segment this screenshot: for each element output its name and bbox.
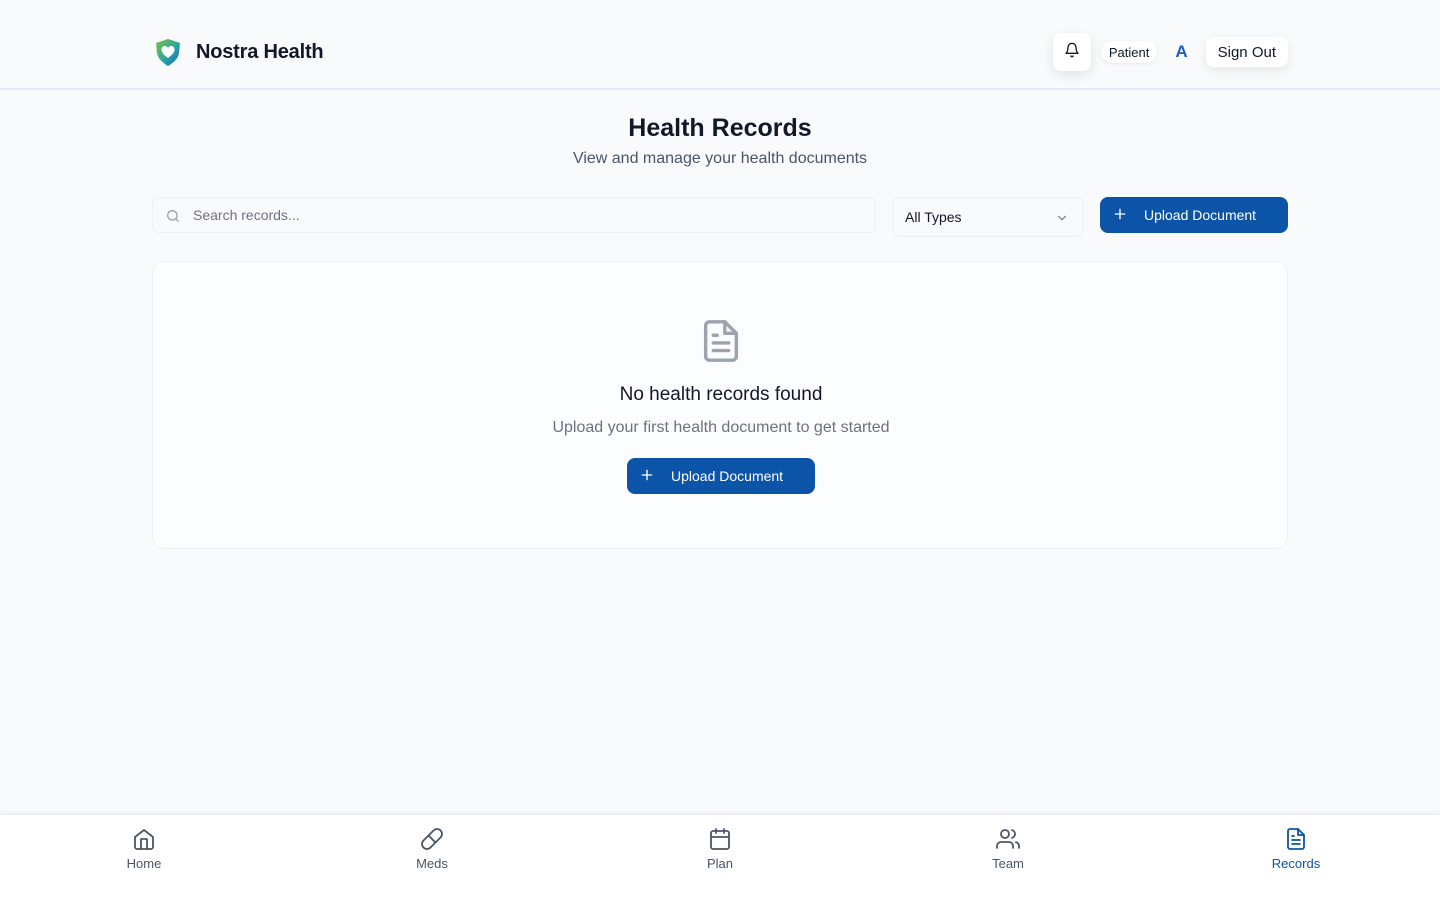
plus-icon (1112, 206, 1128, 225)
sign-out-button[interactable]: Sign Out (1205, 37, 1288, 67)
users-icon (996, 827, 1020, 851)
records-empty-state: No health records found Upload your firs… (152, 261, 1288, 549)
brand-name: Nostra Health (196, 40, 324, 63)
role-badge: Patient (1100, 41, 1158, 63)
file-text-icon (698, 317, 744, 370)
nav-item-team[interactable]: Team (948, 827, 1068, 889)
nav-label: Meds (416, 856, 448, 871)
header-actions: Patient A Sign Out (1052, 33, 1288, 71)
nav-label: Records (1271, 856, 1321, 871)
empty-state-subtitle: Upload your first health document to get… (552, 419, 890, 436)
calendar-icon (708, 827, 732, 851)
upload-document-label: Upload Document (1144, 207, 1257, 223)
bottom-nav: Home Meds Plan Team Records (0, 814, 1440, 900)
upload-first-document-button[interactable]: Upload Document (627, 458, 815, 494)
nav-item-plan[interactable]: Plan (660, 827, 780, 889)
page-subtitle: View and manage your health documents (572, 150, 868, 167)
file-text-icon (1284, 827, 1308, 851)
nav-label: Home (126, 856, 162, 871)
brand[interactable]: Nostra Health (152, 36, 324, 68)
type-filter-select[interactable]: All Types (892, 197, 1084, 237)
top-header: Nostra Health Patient A Sign Out (0, 0, 1440, 89)
pill-icon (420, 827, 444, 851)
type-filter-value: All Types (905, 209, 962, 225)
nav-item-meds[interactable]: Meds (372, 827, 492, 889)
search-input[interactable] (193, 198, 863, 232)
bell-icon (1064, 42, 1080, 63)
chevron-down-icon (1055, 211, 1069, 230)
search-box (152, 197, 876, 233)
home-icon (132, 827, 156, 851)
upload-document-button[interactable]: Upload Document (1100, 197, 1288, 233)
page-title: Health Records (628, 114, 812, 142)
nav-item-home[interactable]: Home (84, 827, 204, 889)
empty-state-title: No health records found (619, 384, 823, 405)
avatar[interactable]: A (1175, 42, 1187, 62)
plus-icon (639, 467, 655, 486)
upload-document-label: Upload Document (671, 468, 784, 484)
heart-shield-logo-icon (152, 36, 184, 68)
nav-item-records[interactable]: Records (1236, 827, 1356, 889)
search-icon (165, 208, 181, 229)
nav-label: Plan (706, 856, 734, 871)
notifications-button[interactable] (1052, 33, 1091, 71)
nav-label: Team (992, 856, 1024, 871)
